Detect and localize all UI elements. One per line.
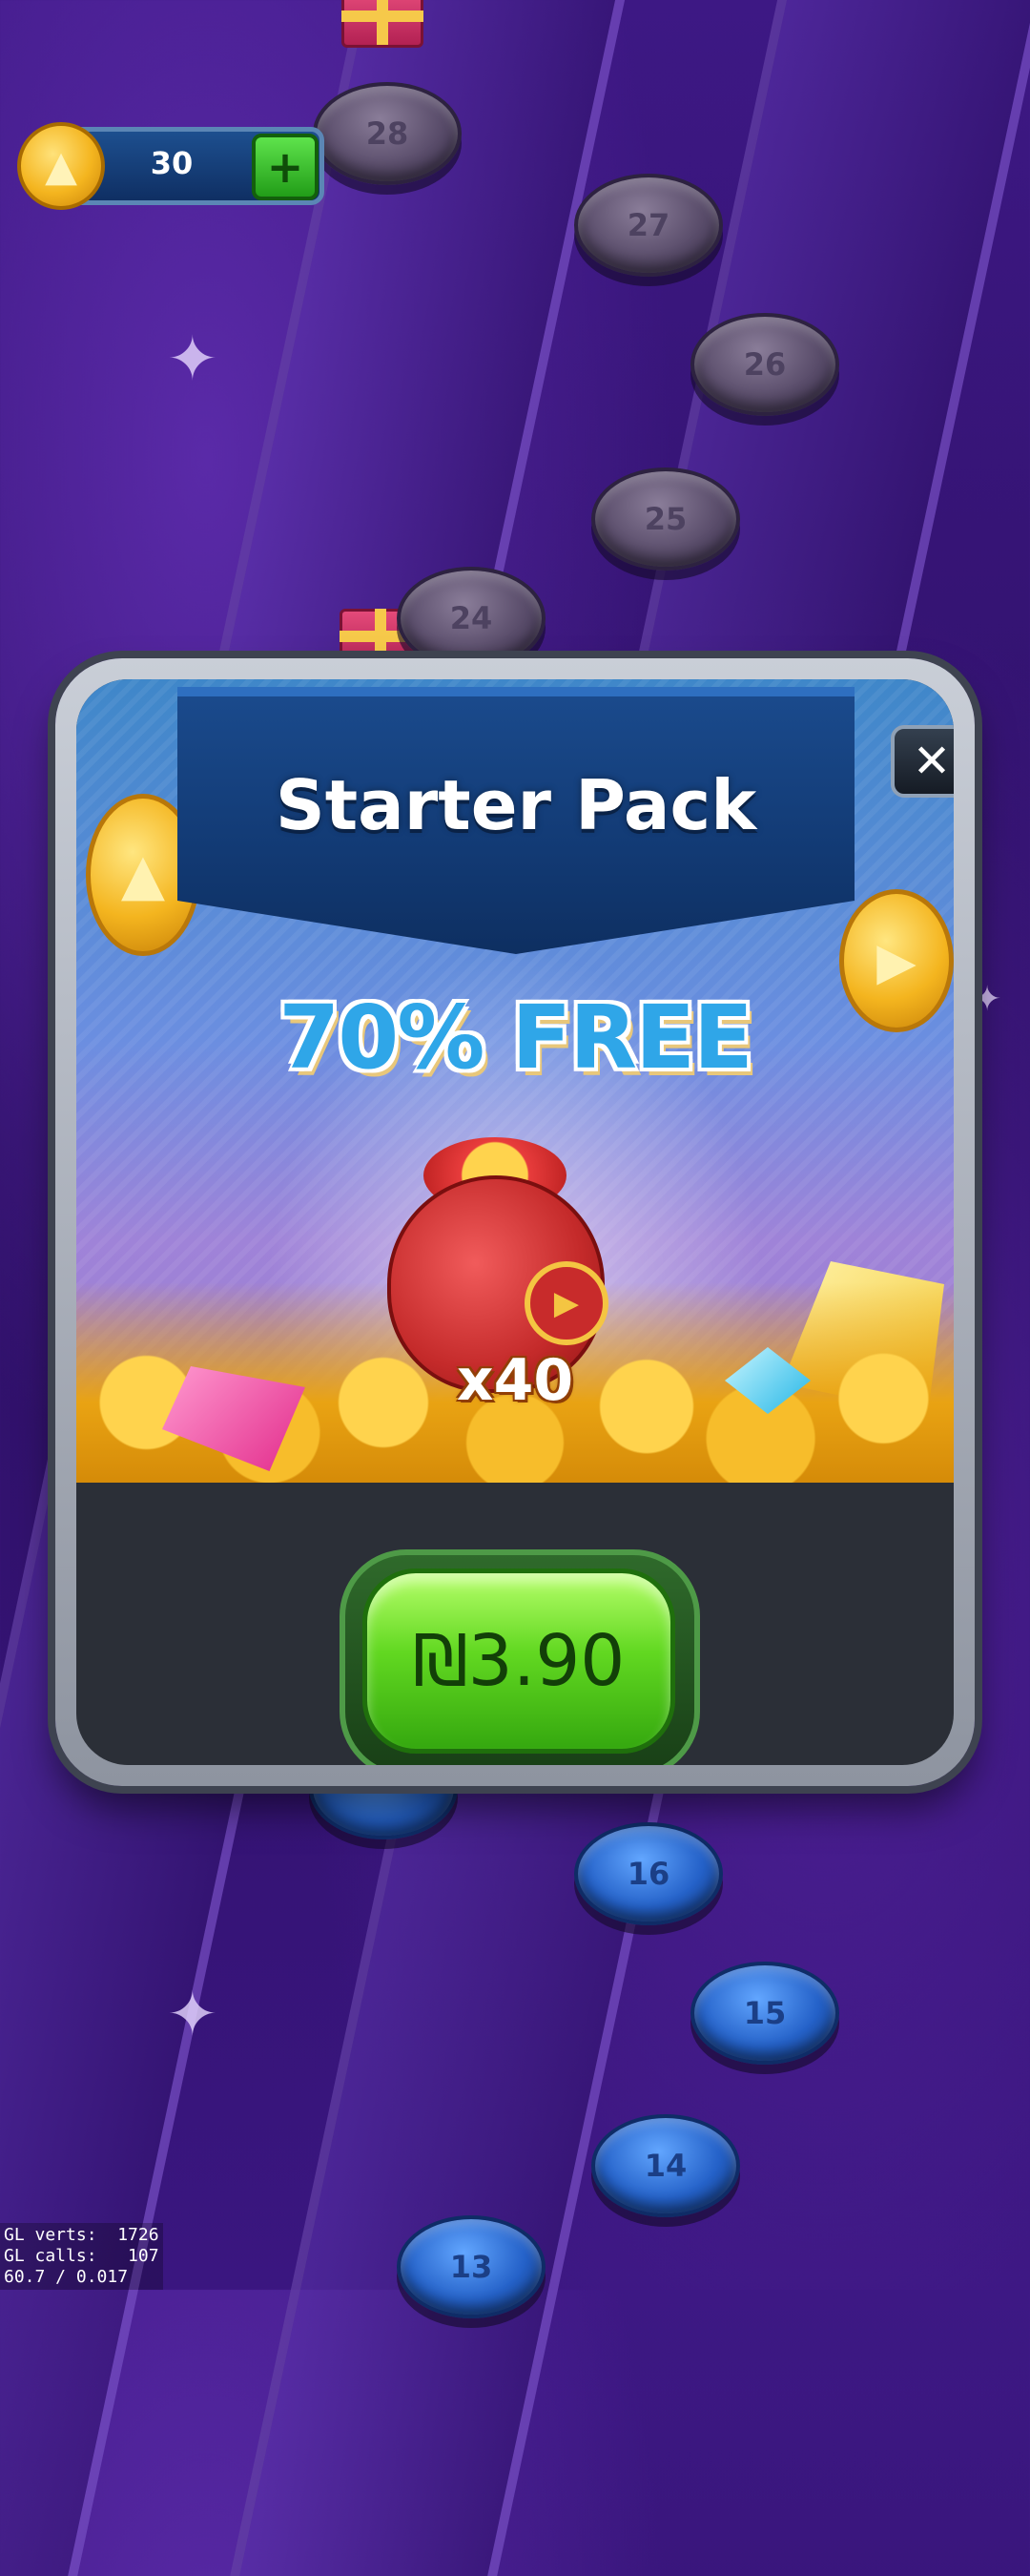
pack-quantity: x40 (456, 1347, 574, 1414)
sparkle-icon: ✦ (973, 980, 1002, 1019)
level-node[interactable]: 25 (591, 467, 740, 571)
debug-overlay: GL verts: 1726 GL calls: 107 60.7 / 0.017 (0, 2223, 163, 2290)
close-button[interactable]: ✕ (891, 725, 954, 798)
sparkle-icon: ✦ (167, 1980, 218, 2050)
sparkle-icon: ✦ (167, 324, 218, 395)
level-node[interactable]: 14 (591, 2114, 740, 2217)
level-node[interactable]: 15 (690, 1962, 839, 2065)
bag-emblem-icon: ▶ (525, 1261, 608, 1345)
level-node[interactable]: 16 (574, 1822, 723, 1925)
gift-box-icon[interactable] (341, 0, 423, 48)
coin-count: 30 (150, 145, 194, 181)
buy-button[interactable]: ₪3.90 (362, 1568, 675, 1754)
level-node[interactable]: 13 (397, 2215, 546, 2318)
promo-text: 70% FREE (278, 987, 753, 1089)
starter-pack-dialog: ▲ ▶ 70% FREE ▶ x40 Starter Pack ✕ ₪3.90 (55, 658, 975, 1786)
coin-icon: ▲ (17, 122, 105, 210)
plus-icon: + (266, 141, 304, 193)
level-node[interactable]: 24 (397, 567, 546, 670)
close-icon: ✕ (912, 735, 952, 788)
level-node[interactable]: 26 (690, 313, 839, 416)
dialog-title: Starter Pack (275, 765, 757, 845)
level-node[interactable]: 27 (574, 174, 723, 277)
dialog-body: ▲ ▶ 70% FREE ▶ x40 Starter Pack ✕ ₪3.90 (76, 679, 954, 1765)
add-coins-button[interactable]: + (252, 134, 319, 200)
level-node[interactable]: 28 (313, 82, 462, 185)
